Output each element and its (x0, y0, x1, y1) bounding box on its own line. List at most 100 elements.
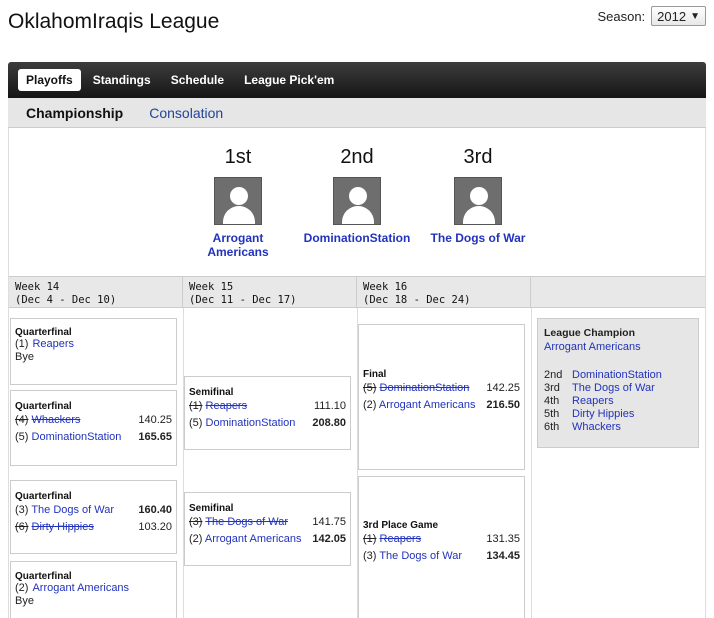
team-row: (4) Whackers 140.25 (15, 412, 172, 429)
team-link[interactable]: The Dogs of War (205, 516, 288, 528)
subtab-consolation[interactable]: Consolation (149, 105, 223, 121)
podium-second: 2nd DominationStation (297, 146, 417, 245)
week-range: (Dec 4 - Dec 10) (15, 294, 117, 306)
podium-team-link[interactable]: Arrogant Americans (178, 231, 298, 259)
team-seed: (3) (15, 504, 29, 516)
team-row: (1) Reapers 131.35 (363, 531, 520, 548)
team-seed: (2) (15, 582, 29, 594)
team-score: 103.20 (138, 521, 172, 533)
team-row: (2) Arrogant Americans 216.50 (363, 397, 520, 414)
team-link[interactable]: DominationStation (206, 417, 296, 429)
champion-team-link[interactable]: Arrogant Americans (544, 341, 692, 353)
team-row: (3) The Dogs of War 160.40 (15, 502, 172, 519)
team-link[interactable]: The Dogs of War (31, 504, 114, 516)
week-range: (Dec 18 - Dec 24) (363, 294, 471, 306)
round-label: Quarterfinal (15, 571, 72, 582)
team-score: 131.35 (486, 533, 520, 545)
season-selector: Season: 2012 ▼ (597, 6, 706, 26)
main-nav: Playoffs Standings Schedule League Pick'… (8, 62, 706, 98)
season-value: 2012 (657, 8, 687, 24)
column-divider (531, 308, 532, 618)
team-seed: (5) (189, 417, 203, 429)
team-row: (5) DominationStation 208.80 (189, 415, 346, 432)
subtab-championship[interactable]: Championship (26, 105, 123, 121)
team-score: 165.65 (138, 431, 172, 443)
team-seed: (3) (189, 516, 203, 528)
team-score: 141.75 (312, 516, 346, 528)
team-score: 160.40 (138, 504, 172, 516)
rank-row: 2nd DominationStation (544, 369, 692, 382)
team-link[interactable]: Reapers (206, 400, 248, 412)
final-rankings: 2nd DominationStation 3rd The Dogs of War … (544, 369, 692, 434)
rank-team-link[interactable]: Dirty Hippies (572, 408, 634, 421)
user-avatar-icon (333, 177, 381, 225)
tab-schedule[interactable]: Schedule (163, 69, 232, 91)
rank-position: 4th (544, 395, 560, 407)
team-link[interactable]: Arrogant Americans (32, 582, 129, 595)
team-score: 142.05 (312, 533, 346, 545)
rank-team-link[interactable]: Reapers (572, 395, 614, 408)
bracket-subtabs: Championship Consolation (8, 98, 706, 128)
team-link[interactable]: Arrogant Americans (379, 399, 476, 411)
rank-row: 4th Reapers (544, 395, 692, 408)
team-link[interactable]: DominationStation (380, 382, 470, 394)
tab-standings[interactable]: Standings (85, 69, 159, 91)
team-row: (2) Arrogant Americans 142.05 (189, 531, 346, 548)
matchup-quarterfinal-2: Quarterfinal (4) Whackers 140.25 (5) Dom… (10, 390, 177, 466)
team-seed: (5) (15, 431, 29, 443)
week-14-header: Week 14 (Dec 4 - Dec 10) (9, 277, 183, 307)
chevron-down-icon: ▼ (690, 10, 700, 22)
team-seed: (4) (15, 414, 29, 426)
team-link[interactable]: Dirty Hippies (32, 521, 94, 533)
round-label: Quarterfinal (15, 327, 72, 338)
rank-row: 5th Dirty Hippies (544, 408, 692, 421)
team-score: 142.25 (486, 382, 520, 394)
team-link[interactable]: DominationStation (32, 431, 122, 443)
matchup-final: Final (5) DominationStation 142.25 (2) A… (358, 324, 525, 470)
column-divider (183, 308, 184, 618)
team-score: 134.45 (486, 550, 520, 562)
podium-place: 3rd (463, 146, 493, 168)
team-row: (5) DominationStation 142.25 (363, 380, 520, 397)
team-link[interactable]: Whackers (32, 414, 81, 426)
podium-team-link[interactable]: DominationStation (297, 231, 417, 245)
team-score: 208.80 (312, 417, 346, 429)
week-title: Week 15 (189, 281, 234, 293)
round-label: Semifinal (189, 503, 234, 514)
team-seed: (6) (15, 521, 29, 533)
rank-team-link[interactable]: The Dogs of War (572, 382, 655, 395)
team-link[interactable]: The Dogs of War (379, 550, 462, 562)
team-score: 216.50 (486, 399, 520, 411)
podium-team-link[interactable]: The Dogs of War (418, 231, 538, 245)
user-avatar-icon (454, 177, 502, 225)
rank-team-link[interactable]: DominationStation (572, 369, 662, 382)
rank-position: 5th (544, 408, 560, 420)
bye-label: Bye (15, 351, 34, 363)
round-label: Final (363, 369, 387, 380)
podium-team-line: Arrogant (212, 231, 264, 245)
matchup-semifinal-1: Semifinal (1) Reapers 111.10 (5) Dominat… (184, 376, 351, 450)
team-seed: (1) (363, 533, 377, 545)
rank-position: 6th (544, 421, 560, 433)
team-score: 111.10 (313, 400, 346, 412)
team-seed: (5) (363, 382, 377, 394)
week-range: (Dec 11 - Dec 17) (189, 294, 297, 306)
week-16-header: Week 16 (Dec 18 - Dec 24) (357, 277, 531, 307)
rank-row: 6th Whackers (544, 421, 692, 434)
round-label: Quarterfinal (15, 491, 72, 502)
week-title: Week 14 (15, 281, 60, 293)
team-link[interactable]: Reapers (380, 533, 422, 545)
podium-third: 3rd The Dogs of War (418, 146, 538, 245)
season-dropdown[interactable]: 2012 ▼ (651, 6, 706, 26)
team-row: (6) Dirty Hippies 103.20 (15, 519, 172, 536)
team-row: (1) Reapers 111.10 (189, 398, 346, 415)
team-link[interactable]: Arrogant Americans (205, 533, 302, 545)
team-seed: (2) (189, 533, 203, 545)
rank-team-link[interactable]: Whackers (572, 421, 621, 434)
team-seed: (3) (363, 550, 377, 562)
team-link[interactable]: Reapers (32, 338, 74, 351)
tab-league-pickem[interactable]: League Pick'em (236, 69, 342, 91)
rank-position: 2nd (544, 369, 563, 381)
matchup-quarterfinal-1: Quarterfinal (1) Reapers Bye (10, 318, 177, 385)
tab-playoffs[interactable]: Playoffs (18, 69, 81, 91)
